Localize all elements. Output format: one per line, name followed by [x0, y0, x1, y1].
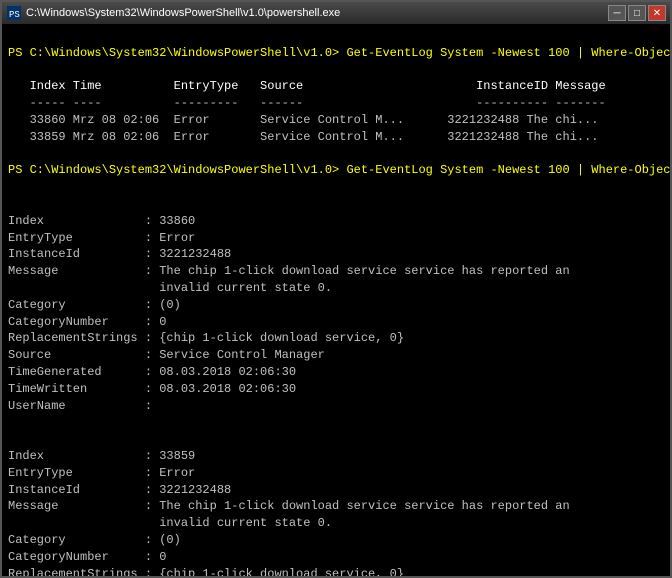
svg-text:PS: PS [9, 10, 20, 20]
title-bar: PS C:\Windows\System32\WindowsPowerShell… [2, 2, 670, 24]
window-title: C:\Windows\System32\WindowsPowerShell\v1… [26, 7, 340, 19]
command-line-1: PS C:\Windows\System32\WindowsPowerShell… [8, 46, 670, 60]
detail-block-2: Index : 33859 EntryType : Error Instance… [8, 449, 570, 576]
detail-block-1: Index : 33860 EntryType : Error Instance… [8, 214, 570, 413]
table-row-1: 33860 Mrz 08 02:06 Error Service Control… [8, 113, 599, 127]
close-button[interactable]: ✕ [648, 5, 666, 21]
title-bar-left: PS C:\Windows\System32\WindowsPowerShell… [6, 5, 340, 21]
table-underline: ----- ---- --------- ------ ---------- -… [8, 96, 606, 110]
powershell-window: PS C:\Windows\System32\WindowsPowerShell… [0, 0, 672, 578]
minimize-button[interactable]: ─ [608, 5, 626, 21]
console-output[interactable]: PS C:\Windows\System32\WindowsPowerShell… [2, 24, 670, 576]
app-icon: PS [6, 5, 22, 21]
maximize-button[interactable]: □ [628, 5, 646, 21]
command-line-2: PS C:\Windows\System32\WindowsPowerShell… [8, 163, 670, 177]
table-header: Index Time EntryType Source InstanceID M… [8, 79, 606, 93]
window-controls: ─ □ ✕ [608, 5, 666, 21]
table-row-2: 33859 Mrz 08 02:06 Error Service Control… [8, 130, 599, 144]
